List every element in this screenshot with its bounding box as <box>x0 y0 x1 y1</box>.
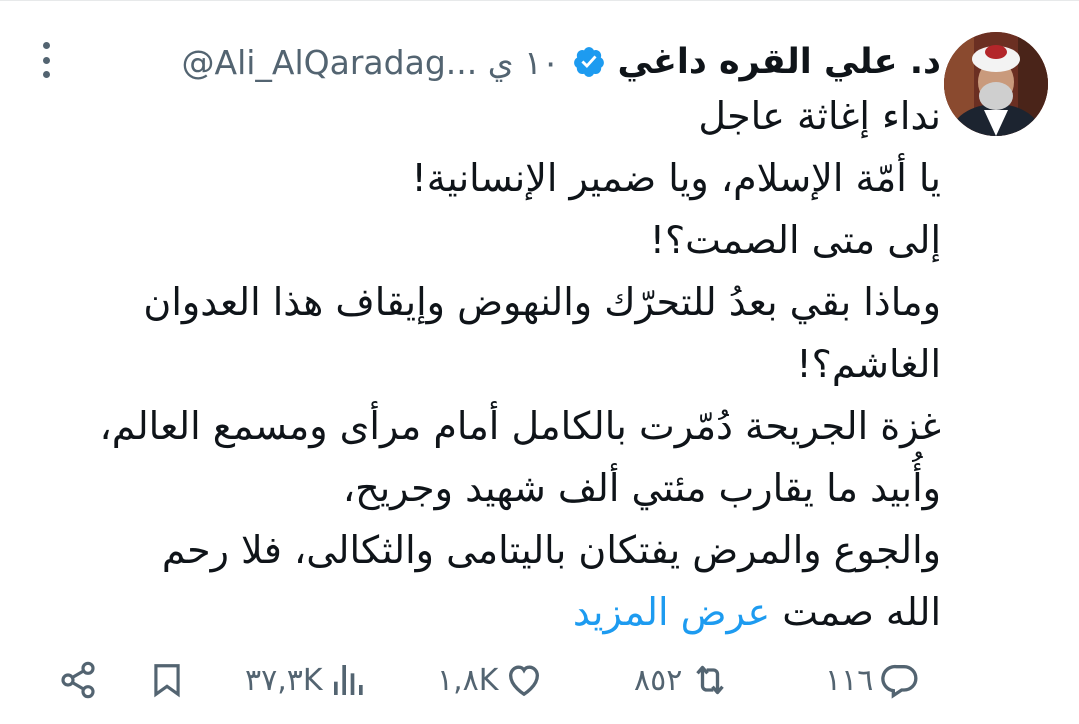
reply-icon <box>879 660 921 700</box>
tweet-line-text: الله صمت <box>782 590 941 634</box>
tweet-line: نداء إغاثة عاجل <box>698 94 941 138</box>
bookmark-button[interactable] <box>148 650 186 710</box>
author-name[interactable]: د. علي القره داغي <box>618 42 941 82</box>
more-icon[interactable] <box>38 42 54 78</box>
reply-button[interactable]: ١١٦ <box>825 650 921 710</box>
retweet-icon <box>688 660 732 700</box>
tweet-line: وأُبيد ما يقارب مئتي ألف شهيد وجريح، <box>342 466 941 510</box>
more-dot <box>42 56 50 64</box>
verified-icon <box>572 45 606 79</box>
retweet-count: ٨٥٢ <box>634 662 683 698</box>
like-count: ١,٨K <box>437 662 499 698</box>
tweet-header: د. علي القره داغي @Ali_AlQaradag... ١٠ ي <box>182 38 941 86</box>
more-dot <box>42 42 50 49</box>
tweet-line: إلى متى الصمت؟! <box>649 218 941 262</box>
views-button[interactable]: ٣٧,٣K <box>245 650 369 710</box>
views-count: ٣٧,٣K <box>245 662 323 698</box>
like-icon <box>504 660 544 700</box>
tweet-meta: @Ali_AlQaradag... ١٠ ي <box>182 43 560 82</box>
tweet-line-last: الله صمت عرض المزيد <box>96 581 941 643</box>
avatar-image <box>944 32 1048 136</box>
share-icon <box>58 660 98 700</box>
like-button[interactable]: ١,٨K <box>437 650 544 710</box>
action-bar: ٣٧,٣K ١,٨K ٨٥٢ ١١٦ <box>0 650 1079 710</box>
avatar[interactable] <box>944 32 1048 136</box>
tweet-line: والجوع والمرض يفتكان باليتامى والثكالى، … <box>161 528 941 572</box>
tweet-body: نداء إغاثة عاجل يا أمّة الإسلام، ويا ضمي… <box>96 85 941 643</box>
tweet-line: وماذا بقي بعدُ للتحرّك والنهوض وإيقاف هذ… <box>143 280 941 324</box>
bookmark-icon <box>148 660 186 700</box>
top-divider <box>0 0 1079 1</box>
show-more-link[interactable]: عرض المزيد <box>573 590 770 634</box>
author-handle[interactable]: @Ali_AlQaradag... <box>182 43 478 82</box>
tweet-line: غزة الجريحة دُمّرت بالكامل أمام مرأى ومس… <box>99 404 941 448</box>
tweet-line: الغاشم؟! <box>796 342 941 386</box>
retweet-button[interactable]: ٨٥٢ <box>634 650 732 710</box>
more-dot <box>42 71 50 78</box>
share-button[interactable] <box>58 650 98 710</box>
tweet-line: يا أمّة الإسلام، ويا ضمير الإنسانية! <box>411 156 941 200</box>
reply-count: ١١٦ <box>825 662 874 698</box>
views-icon <box>329 660 369 700</box>
tweet-time[interactable]: ١٠ ي <box>488 43 560 82</box>
